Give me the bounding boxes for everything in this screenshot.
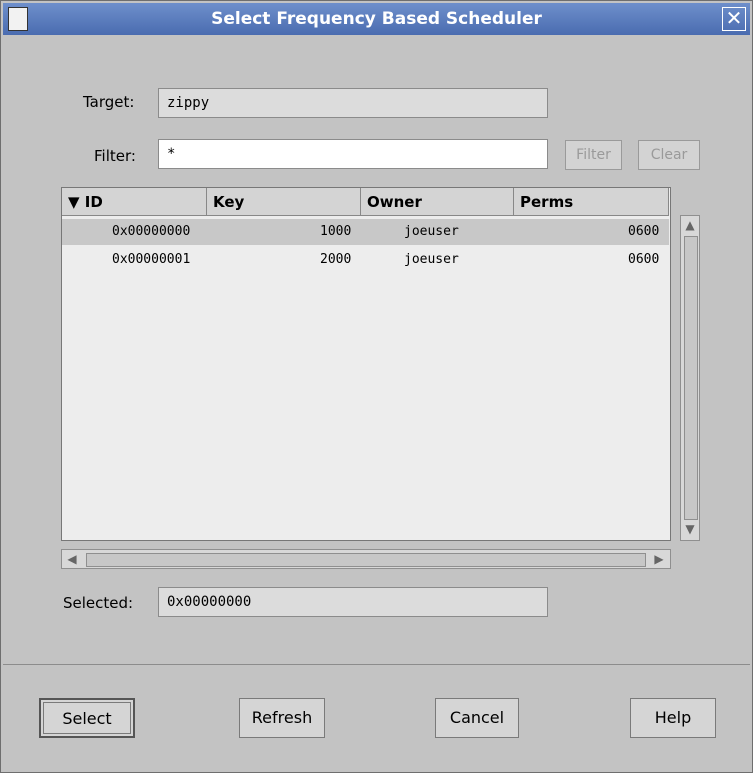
cell-owner: joeuser <box>404 224 459 239</box>
column-header-owner[interactable]: Owner <box>361 188 514 216</box>
cell-perms: 0600 <box>628 224 660 239</box>
column-header-label: ID <box>84 193 103 211</box>
refresh-button[interactable]: Refresh <box>239 698 325 738</box>
filter-button[interactable]: Filter <box>565 140 622 170</box>
table-row[interactable]: 0x00000001 2000 joeuser 0600 <box>62 247 669 273</box>
column-header-id[interactable]: ▼ ID <box>62 188 207 216</box>
table-row[interactable]: 0x00000000 1000 joeuser 0600 <box>62 219 669 245</box>
title-bar[interactable]: Select Frequency Based Scheduler ✕ <box>3 3 750 35</box>
horizontal-scroll-thumb[interactable] <box>86 553 646 567</box>
filter-input[interactable]: * <box>158 139 548 169</box>
filter-label: Filter: <box>94 147 136 165</box>
scroll-up-icon[interactable]: ▲ <box>683 218 697 232</box>
cancel-button[interactable]: Cancel <box>435 698 519 738</box>
selected-field[interactable]: 0x00000000 <box>158 587 548 617</box>
target-field: zippy <box>158 88 548 118</box>
vertical-scroll-thumb[interactable] <box>684 236 698 520</box>
cell-key: 2000 <box>320 252 352 267</box>
cell-key: 1000 <box>320 224 352 239</box>
target-label: Target: <box>83 93 135 111</box>
vertical-scrollbar[interactable]: ▲ ▼ <box>680 215 700 541</box>
window-title: Select Frequency Based Scheduler <box>211 9 542 29</box>
scheduler-table: ▼ ID Key Owner Perms 0x00000000 1000 joe… <box>61 187 671 541</box>
cell-owner: joeuser <box>404 252 459 267</box>
help-button[interactable]: Help <box>630 698 716 738</box>
cell-id: 0x00000000 <box>112 224 191 239</box>
column-header-key[interactable]: Key <box>207 188 361 216</box>
scroll-down-icon[interactable]: ▼ <box>683 522 697 536</box>
clear-button[interactable]: Clear <box>638 140 700 170</box>
scroll-left-icon[interactable]: ◀ <box>65 552 79 566</box>
column-header-perms[interactable]: Perms <box>514 188 669 216</box>
cell-id: 0x00000001 <box>112 252 191 267</box>
cell-perms: 0600 <box>628 252 660 267</box>
close-icon[interactable]: ✕ <box>722 7 746 31</box>
separator <box>3 664 750 665</box>
table-header: ▼ ID Key Owner Perms <box>62 188 669 216</box>
selected-label: Selected: <box>63 594 134 612</box>
scroll-right-icon[interactable]: ▶ <box>652 552 666 566</box>
select-button[interactable]: Select <box>39 698 135 738</box>
sort-desc-icon: ▼ <box>68 193 80 211</box>
horizontal-scrollbar[interactable]: ◀ ▶ <box>61 549 671 569</box>
dialog-window: Select Frequency Based Scheduler ✕ Targe… <box>0 0 753 773</box>
